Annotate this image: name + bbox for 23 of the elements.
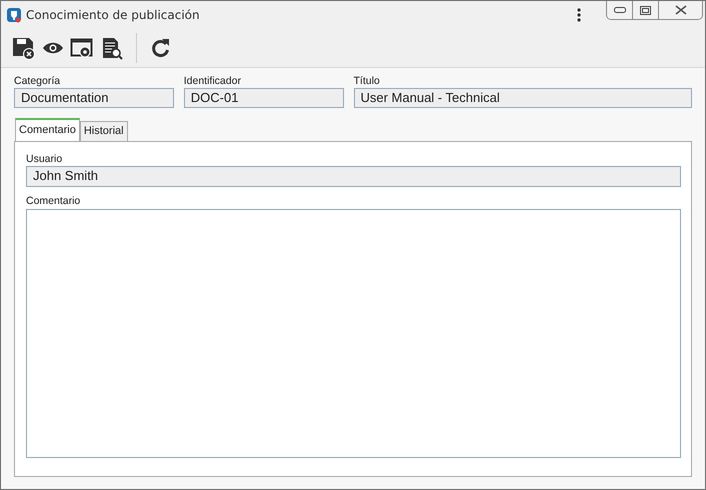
close-icon xyxy=(674,5,686,15)
window-view-icon[interactable] xyxy=(70,36,94,60)
maximize-icon xyxy=(640,6,651,14)
tab[interactable]: Historial xyxy=(80,121,128,141)
tab[interactable]: Comentario xyxy=(15,118,80,141)
input-field[interactable]: John Smith xyxy=(26,166,681,187)
minimize-button[interactable] xyxy=(607,1,633,19)
input-field[interactable]: User Manual - Technical xyxy=(354,88,692,108)
field-label: Usuario xyxy=(26,153,64,166)
window-title: Conocimiento de publicación xyxy=(26,8,200,22)
input-field[interactable]: Documentation xyxy=(14,88,174,108)
refresh-icon[interactable] xyxy=(149,36,171,60)
field-label: Identificador xyxy=(184,75,242,88)
minimize-icon xyxy=(614,7,626,13)
app-icon xyxy=(7,8,21,22)
document-search-icon[interactable] xyxy=(100,36,124,60)
more-options-icon[interactable] xyxy=(577,8,581,22)
comment-field[interactable] xyxy=(26,209,681,458)
input-field[interactable]: DOC-01 xyxy=(184,88,344,108)
field-label: Comentario xyxy=(26,195,82,208)
field-label: Título xyxy=(354,75,381,88)
save-close-icon[interactable] xyxy=(12,36,36,60)
field-label: Categoría xyxy=(14,75,62,88)
